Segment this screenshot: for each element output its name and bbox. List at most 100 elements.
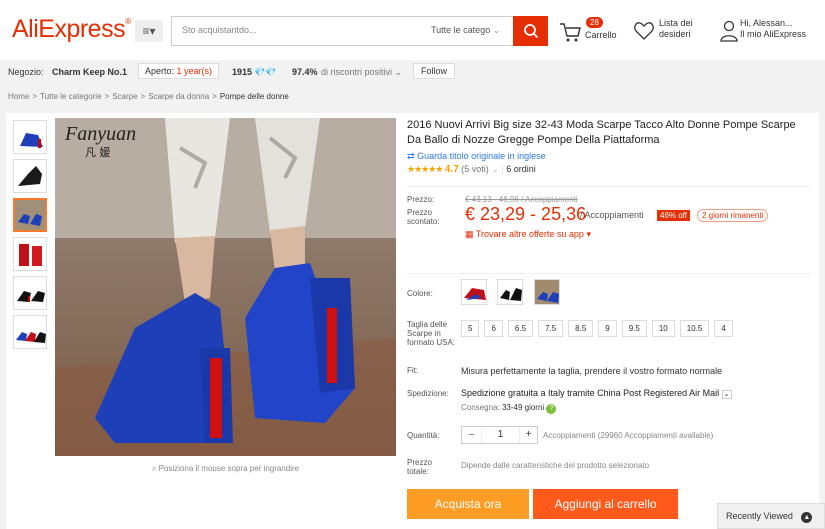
size-option[interactable]: 7.5 [538, 320, 564, 337]
quantity-stepper: – 1 + [461, 426, 538, 444]
search-button[interactable] [513, 16, 548, 46]
account-menu[interactable]: Hi, Alessan... Il mio AliExpress [720, 18, 825, 44]
breadcrumb-home[interactable]: Home [8, 92, 29, 101]
user-greeting: Hi, Alessan... [740, 18, 793, 28]
rating-value: 4.7 [444, 164, 459, 175]
chevron-down-icon: ⌄ [394, 67, 403, 77]
cart-count-badge: 28 [586, 17, 603, 28]
options-section: Colore: Taglia delle Scarpe in formato U… [407, 274, 811, 519]
size-option[interactable]: 6.5 [507, 320, 534, 337]
size-option[interactable]: 10 [651, 320, 675, 337]
chevron-up-icon: ▲ [801, 512, 813, 523]
store-label: Negozio: [8, 67, 44, 77]
black-pumps-thumbnail [17, 291, 45, 302]
qr-code-icon: ▦ [465, 229, 474, 239]
size-option[interactable]: 10.5 [679, 320, 710, 337]
logo-trademark: ® [125, 17, 131, 26]
product-info: 2016 Nuovi Arrivi Big size 32-43 Moda Sc… [407, 118, 811, 519]
store-open-prefix: Aperto: [145, 66, 175, 76]
cart-button[interactable]: 28 Carrello [558, 17, 628, 44]
quantity-decrease-button[interactable]: – [462, 427, 482, 443]
zoom-hint-text: Posiziona il mouse sopra per ingrandire [158, 464, 300, 473]
size-option[interactable]: 6 [484, 320, 503, 337]
black-shoe-swatch [500, 288, 523, 301]
shipping-method-text: Spedizione gratuita a Italy tramite Chin… [461, 388, 720, 398]
logo-text: AliExpress [12, 15, 126, 43]
rating-row: ★★★★★ 4.7 (5 voti) ⌄ | 6 ordini [407, 164, 811, 178]
rating-votes[interactable]: (5 voti) [461, 164, 489, 174]
magnifier-icon: ⌕ [151, 464, 157, 473]
price-section: Prezzo: € 43,13 - 46,96 / Accoppiamenti … [407, 191, 811, 273]
color-label: Colore: [407, 289, 433, 298]
breadcrumb-separator: > [212, 92, 217, 101]
red-shoe-swatch [464, 288, 486, 300]
buy-now-button[interactable]: Acquista ora [407, 489, 529, 519]
recently-viewed-toggle[interactable]: Recently Viewed ▲ [717, 503, 825, 529]
feedback-label: di riscontri positivi [321, 67, 393, 77]
help-icon[interactable]: ? [546, 404, 557, 414]
discounted-price: € 23,29 - 25,36 [465, 204, 587, 224]
user-icon [720, 20, 738, 42]
thumbnail-3[interactable] [13, 198, 47, 232]
size-option[interactable]: 9 [598, 320, 617, 337]
total-price-label: Prezzo totale: [407, 458, 432, 476]
breadcrumb-shoes[interactable]: Scarpe [112, 92, 137, 101]
wishlist-button[interactable]: Lista dei desideri [633, 18, 713, 44]
store-open-badge: Aperto: 1 year(s) [138, 63, 220, 79]
translate-link-text: Guarda titolo originale in inglese [417, 151, 546, 161]
rating-stars: ★★★★★ [407, 164, 443, 174]
blue-pumps-pair-thumbnail [15, 200, 45, 230]
app-offers-link[interactable]: ▦ Trovare altre offerte su app ▾ [465, 229, 591, 240]
discount-label-line-2: scontato: [407, 217, 440, 226]
quantity-increase-button[interactable]: + [519, 427, 537, 443]
feedback-text[interactable]: di riscontri positivi ⌄ [321, 67, 402, 78]
discount-badge: 46% off [657, 210, 690, 221]
thumbnail-2[interactable] [13, 159, 47, 193]
multicolor-pumps-thumbnail [16, 332, 46, 343]
discount-price-label: Prezzo scontato: [407, 208, 439, 226]
product-title: 2016 Nuovi Arrivi Big size 32-43 Moda Sc… [407, 119, 796, 146]
follow-button[interactable]: Follow [413, 63, 456, 79]
add-to-cart-button[interactable]: Aggiungi al carrello [533, 489, 678, 519]
color-option-3[interactable] [533, 279, 560, 305]
thumbnail-1[interactable] [13, 120, 47, 154]
translate-title-link[interactable]: ⇄ Guarda titolo originale in inglese [407, 151, 811, 162]
thumbnail-4[interactable] [13, 237, 47, 271]
color-options [461, 279, 567, 308]
size-label: Taglia delle Scarpe in formato USA: [407, 320, 456, 347]
main-product-image[interactable]: Fanyuan 凡 媛 [55, 118, 396, 456]
blue-pumps-photo: Fanyuan 凡 媛 [55, 118, 396, 456]
wishlist-label: Lista dei desideri [659, 18, 693, 39]
aliexpress-logo[interactable]: AliExpress® [12, 15, 131, 44]
quantity-input[interactable]: 1 [482, 427, 519, 443]
product-panel: Fanyuan 凡 媛 ⌕ Posiziona il mouse sopra p… [6, 113, 819, 529]
chevron-down-icon: ⌄ [492, 25, 501, 35]
size-option[interactable]: 5 [461, 320, 480, 337]
cart-label: Carrello [585, 30, 617, 40]
thumbnail-6[interactable] [13, 315, 47, 349]
store-open-years: 1 year(s) [176, 66, 213, 76]
total-label-line-2: totale: [407, 467, 429, 476]
shipping-method[interactable]: Spedizione gratuita a Italy tramite Chin… [461, 388, 732, 399]
quantity-label: Quantità: [407, 431, 440, 440]
size-option[interactable]: 8.5 [568, 320, 594, 337]
category-menu-button[interactable]: ≡▾ [135, 20, 163, 42]
chevron-down-icon: ⌄ [721, 390, 732, 399]
discount-label-line-1: Prezzo [407, 208, 432, 217]
search-input[interactable]: Sto acquistantdo... [182, 25, 257, 35]
search-category-select[interactable]: Tutte le catego ⌄ [431, 25, 500, 36]
fit-text: Misura perfettamente la taglia, prendere… [461, 366, 723, 376]
size-option[interactable]: 4 [714, 320, 733, 337]
red-pump-thumbnail [19, 244, 42, 266]
breadcrumb-separator: > [104, 92, 110, 101]
breadcrumb-women-shoes[interactable]: Scarpe da donna [148, 92, 209, 101]
color-option-2[interactable] [497, 279, 524, 305]
breadcrumb-separator: > [32, 92, 38, 101]
store-name-link[interactable]: Charm Keep No.1 [52, 67, 127, 77]
thumbnail-list [13, 120, 49, 354]
thumbnail-5[interactable] [13, 276, 47, 310]
size-option[interactable]: 9.5 [621, 320, 647, 337]
breadcrumb-all-categories[interactable]: Tutte le categorie [40, 92, 102, 101]
cart-icon [560, 23, 581, 42]
color-option-1[interactable] [461, 279, 487, 305]
